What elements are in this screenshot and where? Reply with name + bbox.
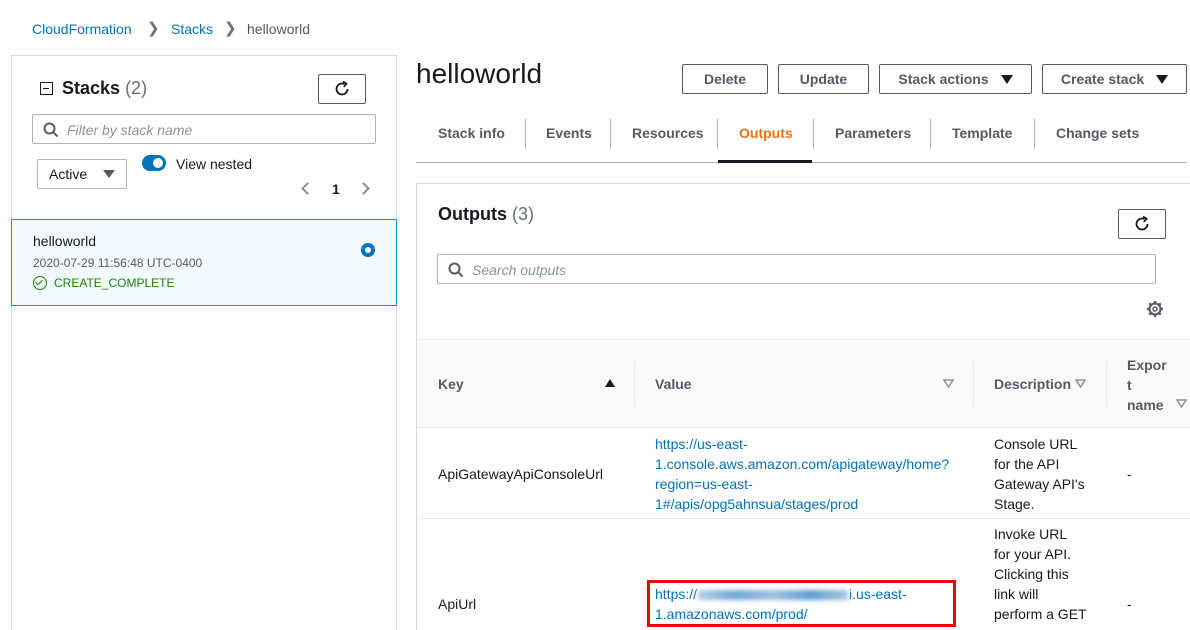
tab-change-sets[interactable]: Change sets (1056, 125, 1139, 141)
description-line: perform a GET (994, 606, 1087, 622)
create-stack-button[interactable]: Create stack (1042, 64, 1187, 94)
export-header-line: name (1127, 397, 1164, 413)
refresh-stacks-button[interactable] (318, 74, 366, 104)
delete-button[interactable]: Delete (682, 64, 768, 94)
description-line: Invoke URL (994, 526, 1068, 542)
description-line: Clicking this (994, 566, 1069, 582)
description-line: Gateway API's (994, 476, 1085, 492)
gear-icon[interactable] (1146, 300, 1164, 318)
output-description: Console URL for the API Gateway API's St… (994, 434, 1094, 514)
stacks-title-text: Stacks (62, 78, 121, 98)
tab-resources[interactable]: Resources (632, 125, 704, 141)
tab-divider (717, 119, 718, 149)
value-line: https://us-east- (655, 436, 748, 452)
column-divider (634, 362, 635, 406)
breadcrumb-current: helloworld (247, 21, 311, 37)
outputs-title: Outputs (3) (438, 204, 534, 225)
create-stack-label: Create stack (1060, 71, 1145, 87)
breadcrumb-stacks[interactable]: Stacks (171, 20, 213, 38)
tab-divider (1034, 119, 1035, 149)
caret-down-icon (103, 170, 115, 178)
status-filter-select[interactable]: Active (37, 159, 127, 189)
view-nested-toggle[interactable] (142, 155, 166, 171)
update-button[interactable]: Update (778, 64, 869, 94)
column-header-value[interactable]: Value (655, 376, 692, 392)
stack-name: helloworld (33, 233, 97, 249)
refresh-outputs-button[interactable] (1118, 209, 1166, 239)
column-header-key[interactable]: Key (438, 376, 464, 392)
tab-divider (813, 119, 814, 149)
column-divider (973, 362, 974, 406)
description-line: Stage. (994, 496, 1035, 512)
sort-ascending-icon[interactable] (605, 379, 615, 387)
refresh-icon (335, 80, 349, 96)
outputs-count: (3) (512, 204, 535, 224)
value-line: 1#/apis/opg5ahnsua/stages/prod (655, 496, 859, 512)
sort-icon[interactable] (943, 379, 954, 388)
active-tab-indicator (718, 160, 812, 163)
status-success-icon (33, 276, 47, 290)
update-label: Update (799, 71, 848, 87)
tab-outputs[interactable]: Outputs (739, 125, 793, 141)
description-line: for your API. (994, 546, 1072, 562)
breadcrumb: CloudFormation ❯ Stacks ❯ helloworld (0, 0, 600, 45)
caret-down-icon (1000, 74, 1013, 84)
search-outputs-placeholder: Search outputs (472, 262, 567, 278)
page-title: helloworld (416, 58, 543, 89)
stacks-count: (2) (125, 78, 148, 98)
output-export-name: - (1127, 466, 1132, 482)
tab-divider (525, 119, 526, 149)
tab-template[interactable]: Template (952, 125, 1012, 141)
value-line: region=us-east- (655, 476, 753, 492)
output-description: Invoke URL for your API. Clicking this l… (994, 524, 1094, 624)
view-nested-label: View nested (176, 156, 253, 172)
column-header-description[interactable]: Description (994, 376, 1071, 392)
description-line: for the API (994, 456, 1060, 472)
status-filter-value: Active (49, 166, 88, 182)
sort-icon[interactable] (1176, 399, 1187, 408)
refresh-icon (1135, 215, 1149, 231)
column-header-export-name[interactable]: Expor t name (1127, 355, 1167, 415)
tab-divider (930, 119, 931, 149)
current-page-number[interactable]: 1 (332, 181, 340, 197)
outputs-title-text: Outputs (438, 204, 507, 224)
output-export-name: - (1127, 596, 1132, 612)
stack-filter-input[interactable]: Filter by stack name (32, 114, 376, 144)
export-header-line: Expor (1127, 357, 1167, 373)
description-line: link will (994, 586, 1039, 602)
tab-divider (610, 119, 611, 149)
tab-stack-info[interactable]: Stack info (438, 125, 505, 141)
chevron-right-icon: ❯ (224, 20, 237, 37)
caret-down-icon (1156, 74, 1169, 84)
stack-list-item[interactable]: helloworld 2020-07-29 11:56:48 UTC-0400 … (11, 219, 397, 306)
highlight-box (647, 580, 956, 627)
search-icon (43, 122, 59, 138)
stack-actions-button[interactable]: Stack actions (879, 64, 1032, 94)
tab-parameters[interactable]: Parameters (835, 125, 911, 141)
stack-created-time: 2020-07-29 11:56:48 UTC-0400 (33, 256, 203, 270)
column-divider (1106, 362, 1107, 406)
search-icon (448, 262, 464, 278)
stack-filter-placeholder: Filter by stack name (67, 122, 193, 138)
tab-events[interactable]: Events (546, 125, 592, 141)
stack-status: CREATE_COMPLETE (54, 276, 175, 290)
chevron-right-icon: ❯ (147, 20, 160, 37)
breadcrumb-cloudformation[interactable]: CloudFormation (32, 20, 132, 38)
sort-icon[interactable] (1075, 379, 1086, 388)
output-key: ApiUrl (438, 596, 477, 612)
value-line: 1.console.aws.amazon.com/apigateway/home… (655, 456, 950, 472)
export-header-line: t (1127, 377, 1132, 393)
description-line: Console URL (994, 436, 1078, 452)
collapse-icon[interactable] (40, 82, 53, 95)
output-key: ApiGatewayApiConsoleUrl (438, 466, 603, 482)
output-value-link[interactable]: https://us-east- 1.console.aws.amazon.co… (655, 434, 949, 514)
delete-label: Delete (703, 71, 747, 87)
search-outputs-input[interactable]: Search outputs (437, 254, 1156, 284)
stacks-panel-title: Stacks (2) (62, 77, 147, 99)
stack-select-radio[interactable] (361, 243, 375, 257)
stack-actions-label: Stack actions (898, 71, 989, 87)
